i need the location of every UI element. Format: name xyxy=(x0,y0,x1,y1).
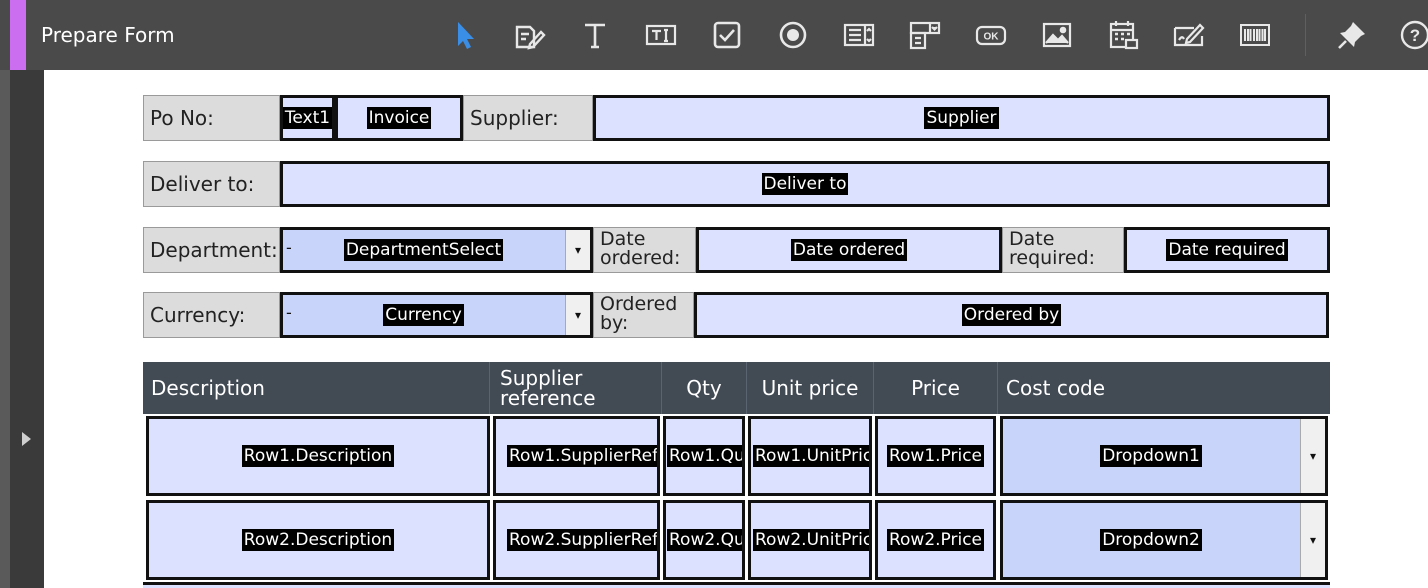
header-qty: Qty xyxy=(661,362,746,414)
department-dropdown-button[interactable]: ▾ xyxy=(565,230,590,270)
pin-icon[interactable] xyxy=(1333,16,1371,54)
row1-supplier-ref-field[interactable]: Row1.SupplierRef xyxy=(493,416,660,496)
row2-supplier-ref-field[interactable]: Row2.SupplierRef xyxy=(493,500,660,580)
department-select-tag: DepartmentSelect xyxy=(343,239,504,261)
row2-description-field[interactable]: Row2.Description xyxy=(146,500,490,580)
header-description: Description xyxy=(143,362,489,414)
currency-label: Currency: xyxy=(143,292,280,338)
checkbox-icon[interactable] xyxy=(708,16,746,54)
toolbar-separator xyxy=(1305,14,1306,56)
button-ok-icon[interactable]: OK xyxy=(972,16,1010,54)
deliver-to-label: Deliver to: xyxy=(143,161,280,207)
date-ordered-label: Date ordered: xyxy=(593,227,696,273)
row2-cost-code-select[interactable]: Dropdown2 ▾ xyxy=(1000,500,1328,580)
image-icon[interactable] xyxy=(1038,16,1076,54)
row2-cost-code-dropdown-button[interactable]: ▾ xyxy=(1300,503,1325,577)
row1-unit-price-field[interactable]: Row1.UnitPrice xyxy=(748,416,872,496)
date-required-label: Date required: xyxy=(1002,227,1124,273)
row1-price-field[interactable]: Row1.Price xyxy=(875,416,996,496)
date-field-icon[interactable] xyxy=(1104,16,1142,54)
header-unit-price: Unit price xyxy=(746,362,873,414)
barcode-icon[interactable] xyxy=(1236,16,1274,54)
svg-text:OK: OK xyxy=(984,32,1000,43)
header-supplier-reference: Supplier reference xyxy=(489,362,661,414)
row1-qty-field[interactable]: Row1.Qua xyxy=(663,416,745,496)
row1-cost-code-select[interactable]: Dropdown1 ▾ xyxy=(1000,416,1328,496)
supplier-label: Supplier: xyxy=(463,95,593,141)
svg-text:?: ? xyxy=(1410,26,1420,45)
top-toolbar: Prepare Form OK ? xyxy=(0,0,1428,70)
department-select[interactable]: - DepartmentSelect ▾ xyxy=(280,227,593,273)
ordered-by-label: Ordered by: xyxy=(593,292,694,338)
date-ordered-field[interactable]: Date ordered xyxy=(696,227,1002,273)
form-page: Po No: Text1 Invoice Supplier: Supplier … xyxy=(44,70,1428,588)
currency-dropdown-button[interactable]: ▾ xyxy=(565,295,590,335)
text1-field[interactable]: Text1 xyxy=(280,95,335,141)
row2-cost-code-tag: Dropdown2 xyxy=(1100,529,1202,551)
row2-price-field[interactable]: Row2.Price xyxy=(875,500,996,580)
ordered-by-field[interactable]: Ordered by xyxy=(694,292,1329,338)
deliver-to-field[interactable]: Deliver to xyxy=(280,161,1330,207)
row1-cost-code-dropdown-button[interactable]: ▾ xyxy=(1300,419,1325,493)
signature-icon[interactable] xyxy=(1170,16,1208,54)
dropdown-icon[interactable] xyxy=(906,16,944,54)
toolbar-accent-bar xyxy=(10,0,26,70)
add-text-icon[interactable] xyxy=(576,16,614,54)
list-box-icon[interactable] xyxy=(840,16,878,54)
supplier-field[interactable]: Supplier xyxy=(593,95,1330,141)
select-arrow-icon[interactable] xyxy=(446,16,484,54)
expand-panel-icon[interactable] xyxy=(22,432,31,446)
help-icon[interactable]: ? xyxy=(1396,16,1428,54)
department-label: Department: xyxy=(143,227,280,273)
currency-select[interactable]: - Currency ▾ xyxy=(280,292,593,338)
currency-select-tag: Currency xyxy=(383,304,464,326)
po-no-label: Po No: xyxy=(143,95,280,141)
text-field-icon[interactable] xyxy=(642,16,680,54)
toolbar-title: Prepare Form xyxy=(41,23,175,47)
row2-qty-field[interactable]: Row2.Qua xyxy=(663,500,745,580)
header-cost-code: Cost code xyxy=(997,362,1330,414)
header-price: Price xyxy=(873,362,997,414)
row1-cost-code-tag: Dropdown1 xyxy=(1100,445,1202,467)
row2-unit-price-field[interactable]: Row2.UnitPrice xyxy=(748,500,872,580)
edit-document-icon[interactable] xyxy=(511,16,549,54)
invoice-field[interactable]: Invoice xyxy=(335,95,463,141)
row1-description-field[interactable]: Row1.Description xyxy=(146,416,490,496)
table-row-partial xyxy=(143,582,1330,588)
date-required-field[interactable]: Date required xyxy=(1124,227,1330,273)
radio-button-icon[interactable] xyxy=(774,16,812,54)
left-rail-edge xyxy=(0,70,10,588)
